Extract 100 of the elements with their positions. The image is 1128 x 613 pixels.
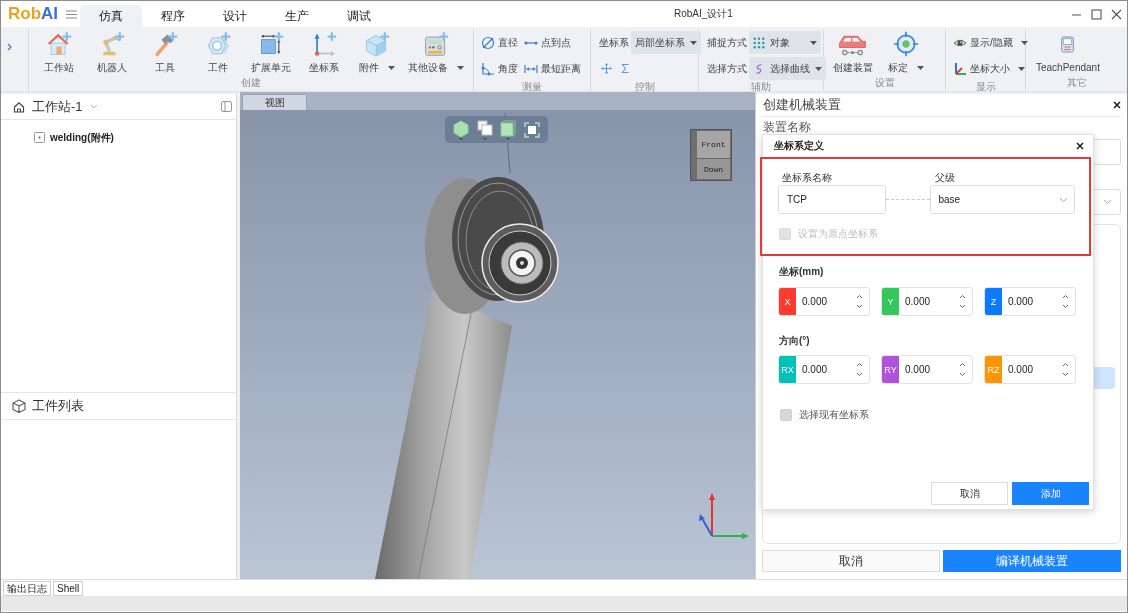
number-field[interactable]: Y 0.000 (881, 287, 973, 316)
solid-cube-icon[interactable] (452, 119, 469, 140)
chevron-down-icon[interactable] (959, 304, 966, 309)
ribbon-button[interactable]: 最短距离 (524, 56, 581, 81)
confirm-button[interactable]: 编译机械装置 (943, 550, 1121, 572)
dropdown[interactable]: 对象 (749, 31, 821, 54)
view-cube[interactable]: Front Down (690, 129, 732, 181)
number-field[interactable]: RX 0.000 (778, 355, 870, 384)
fit-view-icon[interactable] (524, 121, 541, 138)
chevron-down-icon[interactable] (856, 372, 863, 377)
text-field[interactable]: TCP (778, 185, 886, 214)
chevron-down-icon[interactable] (1062, 304, 1069, 309)
maximize-icon[interactable] (1091, 8, 1102, 20)
crosshair-icon (892, 31, 919, 57)
group-label: 显示 (974, 81, 997, 93)
ribbon-button[interactable]: 机器人 (85, 29, 138, 77)
chevron-down-icon (1103, 199, 1112, 205)
field-label: 装置名称 (762, 121, 812, 133)
close-icon[interactable] (1076, 142, 1084, 150)
chevron-up-icon[interactable] (856, 362, 863, 367)
chevron-up-icon[interactable] (1062, 362, 1069, 367)
field-label: 父级 (934, 172, 956, 184)
ribbon-tab[interactable]: 调试 (328, 5, 390, 27)
confirm-button[interactable]: 添加 (1012, 482, 1089, 505)
node-icon (34, 132, 45, 143)
ribbon-tab[interactable]: 程序 (142, 5, 204, 27)
chevron-up-icon[interactable] (1062, 294, 1069, 299)
axis-tag: Z (985, 288, 1002, 315)
panel-tab[interactable]: Shell (53, 581, 84, 596)
ribbon-button[interactable]: 显示/隐藏 (953, 30, 1028, 55)
section-title: 工件列表 (32, 397, 84, 415)
ribbon-button[interactable]: 角度 (481, 56, 518, 81)
ribbon-button[interactable]: 直径 (481, 30, 518, 55)
ribbon-button[interactable]: 标定 (879, 29, 932, 77)
tree-item[interactable]: welding(附件) (34, 130, 114, 145)
dropdown[interactable]: 局部坐标系 (631, 31, 701, 54)
checkbox[interactable] (780, 408, 792, 421)
house-plus-icon (45, 31, 72, 57)
ribbon-button[interactable]: 创建装置 (826, 29, 879, 77)
station-title[interactable]: 工作站-1 (32, 97, 83, 116)
cube-face[interactable]: Front (697, 131, 730, 159)
ribbon-button[interactable]: 扩展单元 (244, 29, 297, 77)
angle-icon (481, 61, 495, 76)
number-field[interactable]: Z 0.000 (984, 287, 1076, 316)
caret-icon (690, 40, 697, 45)
caret-icon (810, 40, 817, 45)
chevron-up-icon[interactable] (959, 362, 966, 367)
panel-tab[interactable]: 输出日志 (3, 581, 51, 596)
sigma-icon[interactable] (620, 63, 631, 74)
cube-face[interactable]: Down (697, 159, 730, 179)
caret-icon (387, 66, 395, 70)
menu-icon[interactable] (66, 9, 77, 19)
view-tab[interactable]: 视图 (242, 94, 307, 110)
window-title: RobAI_设计1 (674, 7, 733, 21)
cube-icon[interactable] (500, 119, 517, 140)
ribbon-button[interactable]: 工具 (138, 29, 191, 77)
ribbon-tab[interactable]: 仿真 (80, 5, 142, 27)
number-field[interactable]: RY 0.000 (881, 355, 973, 384)
group-label: 其它 (1065, 77, 1088, 90)
combo-label: 捕捉方式 (707, 35, 747, 50)
number-field[interactable]: X 0.000 (778, 287, 870, 316)
caret-icon (1018, 66, 1025, 71)
curve-icon (753, 62, 765, 75)
chevron-down-icon[interactable] (1062, 372, 1069, 377)
ribbon-button[interactable]: 坐标系 (297, 29, 350, 77)
ribbon-button[interactable]: 工作站 (32, 29, 85, 77)
ribbon-button[interactable]: 工件 (191, 29, 244, 77)
close-icon[interactable] (1111, 8, 1122, 20)
chevron-down-icon (1059, 196, 1068, 203)
axis-tag: RX (779, 356, 796, 383)
ribbon-tab[interactable]: 生产 (266, 5, 328, 27)
ribbon-button[interactable]: 其他设备 (403, 29, 469, 77)
chevron-down-icon[interactable] (856, 304, 863, 309)
chevron-right-icon[interactable] (7, 43, 12, 51)
sidebar-toggle-icon[interactable] (221, 101, 232, 112)
chevron-up-icon[interactable] (959, 294, 966, 299)
number-field[interactable]: RZ 0.000 (984, 355, 1076, 384)
axes-icon (953, 61, 967, 76)
ribbon-button[interactable]: 点到点 (524, 30, 581, 55)
field-label: 坐标系名称 (781, 172, 833, 184)
ribbon-button[interactable]: 坐标大小 (953, 56, 1028, 81)
close-icon[interactable] (1113, 101, 1121, 109)
move-icon[interactable] (601, 63, 612, 74)
chevron-up-icon[interactable] (856, 294, 863, 299)
caret-icon (916, 66, 924, 70)
cube-icon (12, 399, 26, 413)
select-field[interactable]: base (930, 185, 1075, 214)
stacked-cubes-icon[interactable] (476, 119, 493, 140)
checkbox-label: 选择现有坐标系 (799, 407, 869, 422)
pendant-icon (1060, 35, 1076, 53)
combo-label: 坐标系 (599, 35, 629, 50)
group-label: 辅助 (750, 81, 772, 93)
caret-icon (1020, 40, 1028, 45)
ribbon-button[interactable]: TeachPendant (1031, 29, 1105, 77)
cancel-button[interactable]: 取消 (762, 550, 940, 572)
ribbon-button[interactable]: 附件 (350, 29, 403, 77)
cancel-button[interactable]: 取消 (931, 482, 1008, 505)
ribbon-tab[interactable]: 设计 (204, 5, 266, 27)
chevron-down-icon[interactable] (959, 372, 966, 377)
dropdown[interactable]: 选择曲线 (749, 57, 826, 80)
